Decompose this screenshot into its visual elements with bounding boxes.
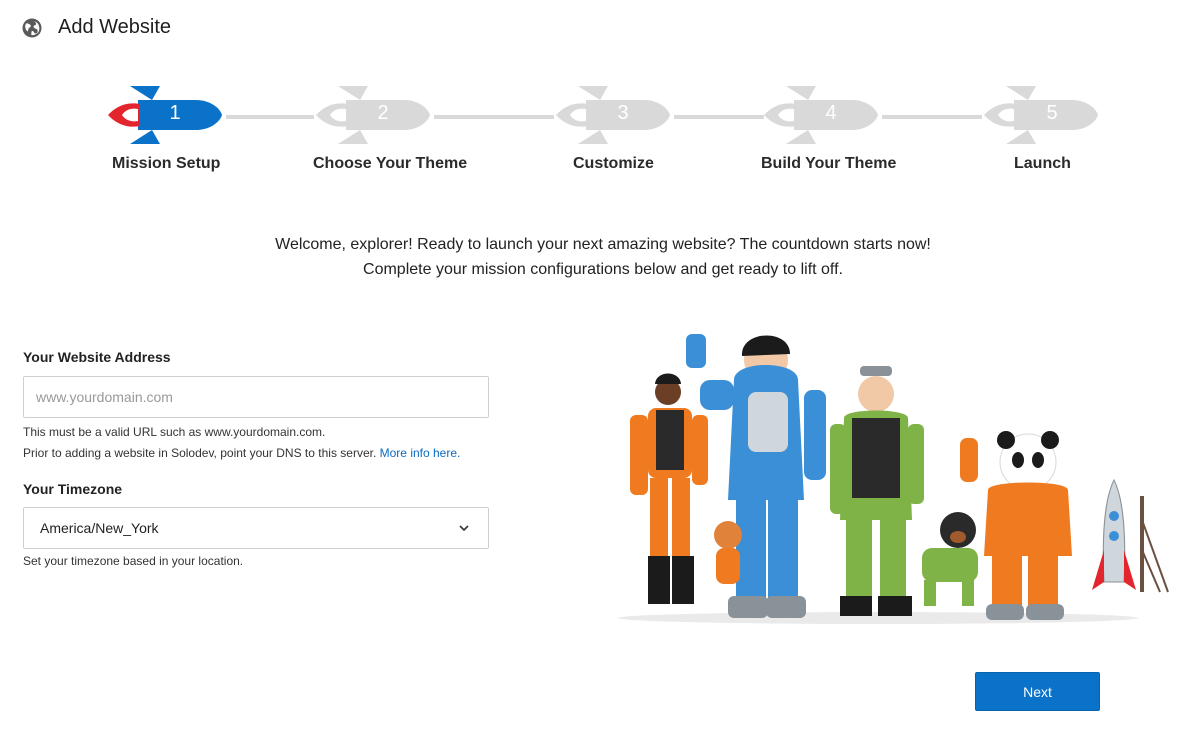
step-label: Mission Setup xyxy=(112,155,221,172)
panda xyxy=(960,431,1072,620)
astronaut-woman xyxy=(630,373,708,604)
step-connector xyxy=(226,115,314,119)
intro-line-1: Welcome, explorer! Ready to launch your … xyxy=(275,236,931,253)
monkey xyxy=(714,521,742,584)
step-connector xyxy=(882,115,982,119)
intro-line-2: Complete your mission configurations bel… xyxy=(363,261,843,278)
step-number: 5 xyxy=(1046,102,1058,124)
step-number: 2 xyxy=(377,102,389,124)
step-label: Choose Your Theme xyxy=(313,155,468,172)
mission-setup-form: Your Website Address This must be a vali… xyxy=(23,349,489,572)
website-address-input[interactable] xyxy=(23,376,489,418)
wizard-stepper: 1 Mission Setup 2 Choose Your Theme 3 Cu… xyxy=(0,84,1194,184)
astronaut-green xyxy=(830,366,924,616)
dog xyxy=(922,512,978,606)
step-label: Launch xyxy=(1014,155,1071,172)
chevron-down-icon xyxy=(459,525,469,532)
timezone-field: Your Timezone America/New_York Set your … xyxy=(23,481,489,572)
website-address-help: This must be a valid URL such as www.you… xyxy=(23,422,489,464)
more-info-link[interactable]: More info here. xyxy=(380,446,461,460)
help-text-dns: Prior to adding a website in Solodev, po… xyxy=(23,446,461,460)
intro-text: Welcome, explorer! Ready to launch your … xyxy=(0,232,1194,282)
globe-icon xyxy=(22,18,42,37)
timezone-select[interactable]: America/New_York xyxy=(23,507,489,549)
next-button[interactable]: Next xyxy=(975,672,1100,711)
rocket-launchpad xyxy=(1092,478,1169,593)
page-title: Add Website xyxy=(58,16,172,38)
page-header: Add Website xyxy=(22,16,171,39)
step-label: Customize xyxy=(573,155,654,172)
step-connector xyxy=(674,115,764,119)
step-connector xyxy=(434,115,554,119)
timezone-label: Your Timezone xyxy=(23,481,123,497)
astronaut-crew-illustration xyxy=(618,334,1169,624)
timezone-value: America/New_York xyxy=(40,520,159,536)
step-label: Build Your Theme xyxy=(761,155,897,172)
step-number: 4 xyxy=(825,102,837,124)
step-number: 3 xyxy=(617,102,629,124)
help-text-url: This must be a valid URL such as www.you… xyxy=(23,425,326,439)
website-address-label: Your Website Address xyxy=(23,349,171,365)
timezone-help: Set your timezone based in your location… xyxy=(23,554,244,568)
step-number: 1 xyxy=(169,102,181,124)
